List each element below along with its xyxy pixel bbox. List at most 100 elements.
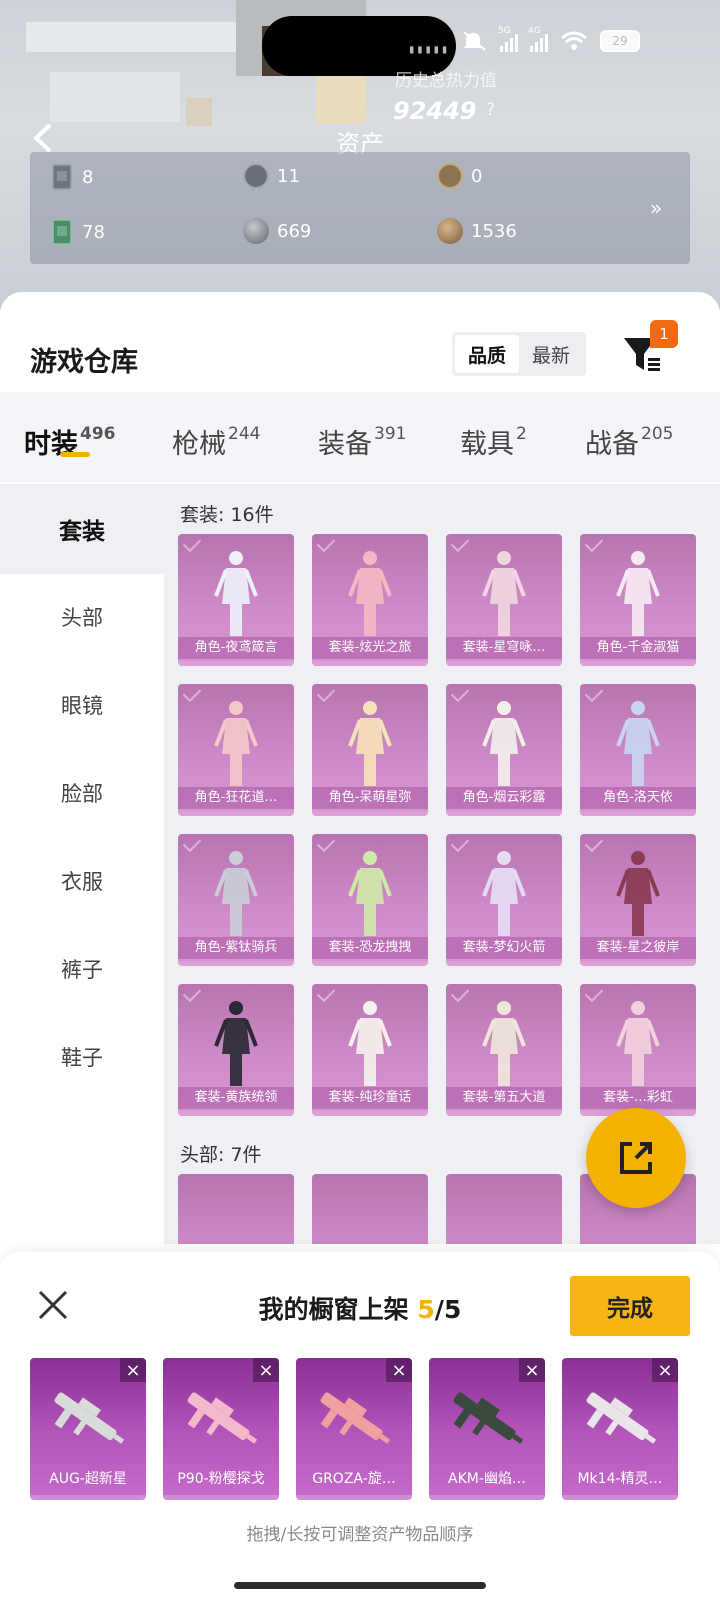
done-button[interactable]: 完成: [570, 1276, 690, 1336]
item-label: 角色-狂花道…: [178, 787, 294, 809]
tab-battle-gear[interactable]: 战备 205: [585, 422, 673, 461]
share-button[interactable]: [586, 1108, 686, 1208]
sort-newest-option[interactable]: 最新: [519, 335, 583, 373]
character-figure-icon: [214, 851, 258, 936]
showcase-item-label: AKM-幽焰…: [448, 1471, 526, 1487]
sidebar-item-suits[interactable]: 套装: [0, 484, 164, 574]
outfit-card[interactable]: 套装-炫光之旅: [312, 534, 428, 666]
outfit-card[interactable]: 套装-黄族统领: [178, 984, 294, 1116]
tab-count: 391: [374, 424, 407, 444]
outfit-card[interactable]: 套装-梦幻火箭: [446, 834, 562, 966]
sidebar-item-face[interactable]: 脸部: [0, 748, 164, 838]
outfit-card[interactable]: 角色-呆萌星弥: [312, 684, 428, 816]
showcase-item-label: AUG-超新星: [49, 1471, 127, 1487]
showcase-item-card[interactable]: × P90-粉樱探戈: [163, 1358, 279, 1500]
item-label: 角色-呆萌星弥: [312, 787, 428, 809]
showcase-current-count: 5: [417, 1295, 435, 1324]
outfit-card[interactable]: 角色-烟云彩露: [446, 684, 562, 816]
outfit-card[interactable]: 套装-星穹咏…: [446, 534, 562, 666]
sidebar-item-head[interactable]: 头部: [0, 572, 164, 662]
tab-count: 244: [228, 424, 261, 444]
selected-check-icon: [450, 684, 470, 703]
showcase-item-card[interactable]: × Mk14-精灵…: [562, 1358, 678, 1500]
sidebar-item-pants[interactable]: 裤子: [0, 924, 164, 1014]
help-icon[interactable]: ?: [486, 100, 495, 120]
warehouse-title: 游戏仓库: [30, 347, 138, 378]
tab-count: 2: [516, 424, 527, 444]
subcategory-sidebar: 套装 头部 眼镜 脸部 衣服 裤子 鞋子: [0, 484, 164, 1244]
weapon-icon: [586, 1392, 657, 1444]
sidebar-item-clothes[interactable]: 衣服: [0, 836, 164, 926]
asset-value: 669: [277, 220, 312, 242]
weapon-icon: [187, 1392, 258, 1444]
sort-quality-option[interactable]: 品质: [455, 335, 519, 373]
selected-check-icon: [450, 834, 470, 853]
item-label: 套装-恐龙拽拽: [312, 937, 428, 959]
status-icons: 5G 4G 29: [462, 26, 640, 52]
showcase-total-count: 5: [443, 1295, 462, 1324]
blurred-area: [316, 76, 366, 124]
filter-count-badge: 1: [650, 320, 678, 348]
battery-indicator: 29: [600, 30, 640, 52]
character-figure-icon: [348, 851, 392, 936]
outfit-card[interactable]: 套装-恐龙拽拽: [312, 834, 428, 966]
asset-item: 1536: [437, 218, 517, 244]
weapon-icon: [320, 1392, 391, 1444]
item-label: 角色-烟云彩露: [446, 787, 562, 809]
character-figure-icon: [482, 701, 526, 786]
expand-assets-button[interactable]: »: [650, 196, 662, 220]
selected-check-icon: [182, 684, 202, 703]
outfit-card[interactable]: 套装-…彩虹: [580, 984, 696, 1116]
outfit-card[interactable]: 套装-纯珍童话: [312, 984, 428, 1116]
outfit-card[interactable]: 角色-洛天依: [580, 684, 696, 816]
section-title: 套装: 16件: [180, 504, 274, 526]
item-label: 套装-纯珍童话: [312, 1087, 428, 1109]
showcase-item-card[interactable]: × AKM-幽焰…: [429, 1358, 545, 1500]
outfit-card[interactable]: 角色-夜鸢箴言: [178, 534, 294, 666]
character-figure-icon: [482, 551, 526, 636]
outfit-card[interactable]: 套装-星之彼岸: [580, 834, 696, 966]
outfit-card[interactable]: 角色-紫钛骑兵: [178, 834, 294, 966]
item-card[interactable]: [312, 1174, 428, 1244]
home-indicator[interactable]: [234, 1582, 486, 1589]
green-card-icon: [52, 219, 72, 245]
asset-value: 8: [82, 166, 94, 188]
tab-count: 496: [80, 424, 116, 444]
selected-check-icon: [182, 834, 202, 853]
outfit-card[interactable]: 角色-狂花道…: [178, 684, 294, 816]
asset-item: 669: [243, 218, 311, 244]
showcase-item-label: GROZA-旋…: [312, 1471, 396, 1487]
asset-value: 78: [82, 221, 105, 243]
tab-label: 载具: [460, 429, 514, 460]
tab-guns[interactable]: 枪械 244: [172, 422, 260, 461]
item-label: 套装-炫光之旅: [312, 637, 428, 659]
tab-equipment[interactable]: 装备 391: [318, 422, 406, 461]
selected-check-icon: [316, 984, 336, 1003]
outfit-card[interactable]: 角色-千金淑猫: [580, 534, 696, 666]
active-tab-indicator: [60, 452, 90, 457]
signal-4g-icon: 4G: [528, 26, 548, 52]
selected-check-icon: [584, 834, 604, 853]
history-heat-value: 92449: [393, 97, 477, 125]
selected-check-icon: [584, 984, 604, 1003]
outfit-card[interactable]: 套装-第五大道: [446, 984, 562, 1116]
character-figure-icon: [616, 551, 660, 636]
character-figure-icon: [482, 1001, 526, 1086]
tab-count: 205: [641, 424, 674, 444]
bronze-orb-icon: [437, 218, 463, 244]
tab-vehicles[interactable]: 载具 2: [460, 422, 527, 461]
blurred-area: [186, 98, 212, 126]
item-label: 套装-…彩虹: [580, 1087, 696, 1109]
sidebar-item-shoes[interactable]: 鞋子: [0, 1012, 164, 1102]
showcase-item-card[interactable]: × AUG-超新星: [30, 1358, 146, 1500]
item-card[interactable]: [178, 1174, 294, 1244]
showcase-item-card[interactable]: × GROZA-旋…: [296, 1358, 412, 1500]
asset-item: 11: [243, 163, 300, 189]
sidebar-item-glasses[interactable]: 眼镜: [0, 660, 164, 750]
item-card[interactable]: [446, 1174, 562, 1244]
weapon-icon: [453, 1392, 524, 1444]
character-figure-icon: [348, 1001, 392, 1086]
silver-coin-icon: [243, 163, 269, 189]
selected-check-icon: [584, 534, 604, 553]
character-figure-icon: [616, 701, 660, 786]
